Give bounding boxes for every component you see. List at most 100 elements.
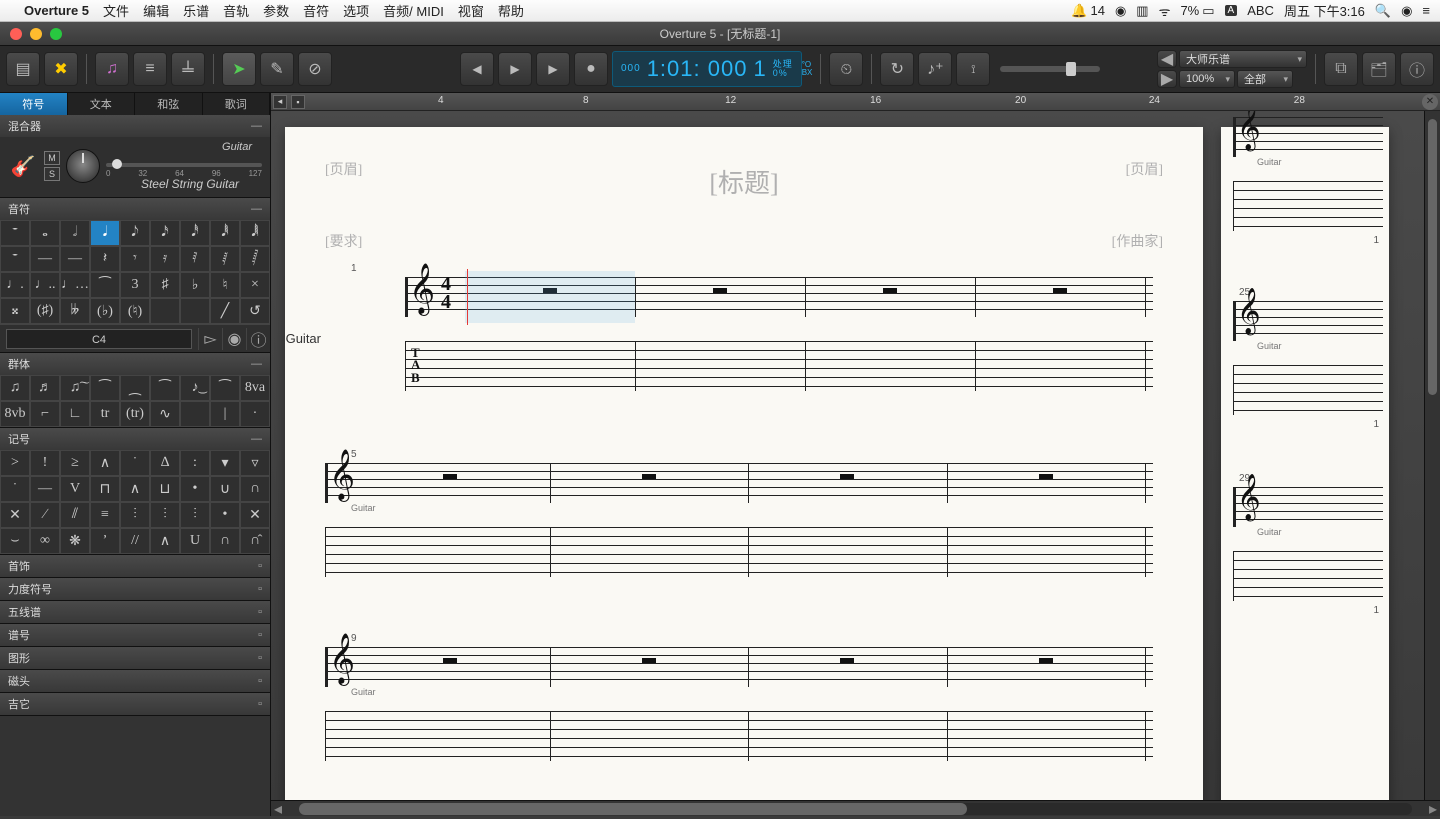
palette-cell[interactable]: ♭ [180,272,210,298]
zoom-select[interactable]: 100% [1179,70,1235,88]
notation-staff[interactable]: 𝄞Guitar [1233,117,1383,157]
palette-cell[interactable]: 3 [120,272,150,298]
palette-cell[interactable]: 𝄻 [0,220,30,246]
view-prev-button[interactable]: ◀ [1157,50,1177,68]
time-signature[interactable]: 44 [441,275,451,311]
notation-staff[interactable]: 𝄞Guitar [325,647,1153,687]
palette-cell[interactable]: ▾ [210,450,240,476]
menu-file[interactable]: 文件 [103,1,129,20]
tab-staff[interactable] [1233,551,1383,601]
notation-staff[interactable]: 𝄞Guitar [1233,487,1383,527]
palette-cell[interactable]: ╱ [210,298,240,324]
palette-cell[interactable]: ∟ [60,401,90,427]
menu-extra-icon[interactable]: ≡ [1422,3,1430,18]
quantize-button[interactable]: ♪⁺ [918,52,952,86]
pitch-info-button[interactable]: ◉ [222,328,246,350]
palette-cell[interactable]: ∕ [30,502,60,528]
palette-cell[interactable]: ↺ [240,298,270,324]
battery-icon[interactable]: 7% ▭ [1180,3,1214,19]
palette-cell[interactable]: 𝅗𝅥 [60,220,90,246]
play-button[interactable] [498,52,532,86]
palette-cell[interactable]: • [180,476,210,502]
palette-cell[interactable] [180,298,210,324]
palette-cell[interactable]: ⫶ [150,502,180,528]
rewind-button[interactable] [460,52,494,86]
list-view-button[interactable] [133,52,167,86]
palette-cell[interactable]: ! [30,450,60,476]
palette-cell[interactable]: ♬ [30,375,60,401]
transport-counter[interactable]: 000 1:01: 000 1 处理 0% [612,51,802,87]
tempo-slider[interactable] [1000,66,1100,72]
palette-cell[interactable]: ⌣ [0,528,30,554]
mute-button[interactable]: M [44,151,60,165]
score-requirements[interactable]: [要求] [325,231,362,251]
header-left[interactable]: [页眉] [325,159,362,179]
palette-cell[interactable]: ⊓ [90,476,120,502]
menu-edit[interactable]: 编辑 [143,1,169,20]
palette-cell[interactable]: V [60,476,90,502]
library-button[interactable] [1362,52,1396,86]
play-from-button[interactable] [536,52,570,86]
view-next-button[interactable]: ▶ [1157,70,1177,88]
palette-cell[interactable]: · [240,401,270,427]
palette-cell[interactable]: ♩. [0,272,30,298]
palette-cell[interactable]: 𝅝 [30,220,60,246]
palette-cell[interactable]: ⁔ [120,375,150,401]
palette-cell[interactable]: ∞ [30,528,60,554]
palette-cell[interactable]: ❋ [60,528,90,554]
palette-cell[interactable]: ⁀ [150,375,180,401]
ruler-close-button[interactable]: ✕ [1422,94,1438,110]
notif-icon[interactable]: 🔔14 [1071,3,1105,19]
copy-button[interactable] [1324,52,1358,86]
palette-cell[interactable]: ♩… [60,272,90,298]
palette-cell[interactable]: 𝅘𝅥𝅲 [240,220,270,246]
siri-icon[interactable]: ◉ [1115,3,1126,19]
score-page-1[interactable]: [页眉] [页眉] [标题] [要求] [作曲家] Guitar1𝄞44TAB5… [285,127,1203,800]
palette-cell[interactable]: | [210,401,240,427]
erase-tool[interactable] [298,52,332,86]
palette-cell[interactable]: ♫ [0,375,30,401]
palette-cell[interactable]: ⁀ [90,272,120,298]
palette-cell[interactable]: ∧ [120,476,150,502]
app-name[interactable]: Overture 5 [24,3,89,18]
zoom-window[interactable] [50,28,62,40]
wifi-icon[interactable]: ᯤ [1159,2,1171,20]
ruler-start-button[interactable]: ▪ [291,95,305,109]
notation-staff[interactable]: 𝄞Guitar [1233,301,1383,341]
palette-cell[interactable]: (♮) [120,298,150,324]
palette-cell[interactable]: ⫶ [180,502,210,528]
palette-cell[interactable]: — [60,246,90,272]
view-page-button[interactable]: ✖ [44,52,78,86]
control-center-icon[interactable]: ◉ [1401,3,1412,19]
palette-cell[interactable]: 𝅀 [180,246,210,272]
palette-cell[interactable]: 𝄫 [60,298,90,324]
menu-track[interactable]: 音轨 [223,1,249,20]
tab-lyrics[interactable]: 歌词 [203,93,271,115]
mixer-panel-header[interactable]: 混合器— [0,115,270,137]
tab-staff[interactable] [325,527,1153,577]
palette-cell[interactable]: 8va [240,375,270,401]
input-label[interactable]: ABC [1247,3,1274,18]
palette-cell[interactable]: ≡ [90,502,120,528]
notes-panel-header[interactable]: 音符— [0,198,270,220]
tab-symbols[interactable]: 符号 [0,93,68,115]
palette-cell[interactable]: 𝄿 [150,246,180,272]
horizontal-scrollbar[interactable]: ◂▸ [271,800,1440,816]
menu-window[interactable]: 视窗 [458,1,484,20]
measure-ruler[interactable]: ◂ ▪ 481216202428 ✕ [271,93,1440,111]
select-tool[interactable]: ➤ [222,52,256,86]
groups-panel-header[interactable]: 群体— [0,353,270,375]
palette-cell[interactable]: ≥ [60,450,90,476]
palette-cell[interactable]: ⫽ [60,502,90,528]
page-viewport[interactable]: [页眉] [页眉] [标题] [要求] [作曲家] Guitar1𝄞44TAB5… [271,111,1440,800]
palette-cell[interactable]: 𝅘𝅥𝅯 [150,220,180,246]
palette-cell[interactable]: ♯ [150,272,180,298]
tab-staff[interactable] [325,711,1153,761]
palette-cell[interactable]: 𝄽 [90,246,120,272]
score-page-2[interactable]: 21𝄞Guitar125𝄞Guitar129𝄞Guitar1 [1221,127,1389,800]
tab-staff[interactable] [1233,365,1383,415]
palette-cell[interactable]: U [180,528,210,554]
palette-cell[interactable]: × [240,272,270,298]
pitch-help-button[interactable]: ⓘ [246,328,270,350]
tab-staff[interactable]: TAB [405,341,1153,391]
